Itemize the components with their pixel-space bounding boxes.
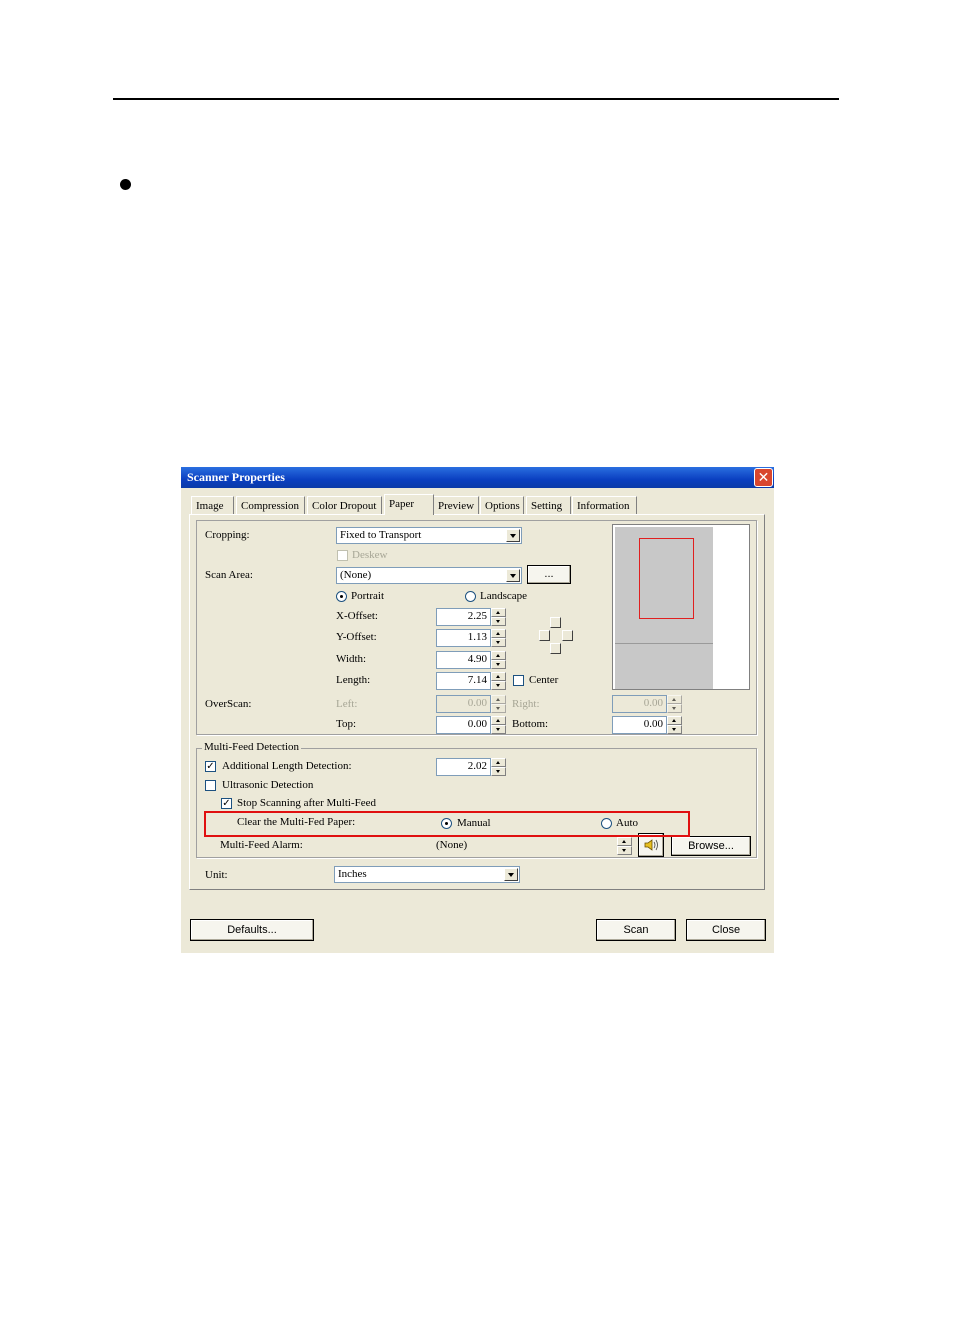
top-spinner[interactable] bbox=[491, 716, 506, 734]
tab-preview[interactable]: Preview bbox=[433, 496, 479, 514]
bottom-label: Bottom: bbox=[512, 718, 549, 730]
portrait-label: Portrait bbox=[351, 590, 384, 602]
y-offset-value: 1.13 bbox=[467, 631, 487, 643]
browse-button[interactable]: Browse... bbox=[671, 836, 751, 856]
length-detection-spinner[interactable] bbox=[491, 758, 506, 776]
left-value: 0.00 bbox=[467, 697, 487, 709]
tab-options[interactable]: Options bbox=[480, 496, 524, 514]
width-spinner[interactable] bbox=[491, 651, 506, 669]
cropping-select[interactable]: Fixed to Transport bbox=[336, 527, 522, 544]
left-spinner[interactable] bbox=[491, 695, 506, 713]
center-checkbox[interactable] bbox=[513, 675, 524, 686]
alarm-value: (None) bbox=[436, 839, 468, 851]
tab-information[interactable]: Information bbox=[572, 496, 637, 514]
length-detection-label: Additional Length Detection: bbox=[222, 760, 352, 772]
right-value: 0.00 bbox=[643, 697, 663, 709]
left-input[interactable]: 0.00 bbox=[436, 695, 491, 713]
bottom-input[interactable]: 0.00 bbox=[612, 716, 667, 734]
dialog-title: Scanner Properties bbox=[187, 470, 285, 484]
tab-paper[interactable]: Paper bbox=[384, 494, 434, 515]
preview-divider bbox=[615, 643, 713, 644]
width-value: 4.90 bbox=[467, 653, 487, 665]
unit-select[interactable]: Inches bbox=[334, 866, 520, 883]
center-label: Center bbox=[529, 674, 559, 686]
top-value: 0.00 bbox=[467, 718, 487, 730]
tab-setting[interactable]: Setting bbox=[526, 496, 571, 514]
multi-feed-group-title: Multi-Feed Detection bbox=[202, 741, 302, 753]
alarm-spinner[interactable] bbox=[617, 837, 632, 855]
move-down-icon[interactable] bbox=[550, 643, 561, 654]
stop-scanning-checkbox[interactable]: ✓ bbox=[221, 798, 232, 809]
cropping-value: Fixed to Transport bbox=[340, 529, 422, 541]
bottom-spinner[interactable] bbox=[667, 716, 682, 734]
bottom-value: 0.00 bbox=[643, 718, 663, 730]
tab-color-dropout[interactable]: Color Dropout bbox=[307, 496, 382, 514]
unit-value: Inches bbox=[338, 868, 367, 880]
right-input[interactable]: 0.00 bbox=[612, 695, 667, 713]
stop-scanning-label: Stop Scanning after Multi-Feed bbox=[237, 797, 377, 809]
y-offset-spinner[interactable] bbox=[491, 629, 506, 647]
top-label: Top: bbox=[336, 718, 357, 730]
chevron-down-icon[interactable] bbox=[504, 868, 518, 881]
width-label: Width: bbox=[336, 653, 367, 665]
right-spinner[interactable] bbox=[667, 695, 682, 713]
length-input[interactable]: 7.14 bbox=[436, 672, 491, 690]
scan-button[interactable]: Scan bbox=[596, 919, 676, 941]
paper-preview bbox=[612, 524, 750, 690]
tab-image[interactable]: Image bbox=[191, 496, 234, 514]
tab-compression[interactable]: Compression bbox=[236, 496, 305, 514]
length-value: 7.14 bbox=[467, 674, 487, 686]
length-detection-checkbox[interactable]: ✓ bbox=[205, 761, 216, 772]
x-offset-spinner[interactable] bbox=[491, 608, 506, 626]
x-offset-label: X-Offset: bbox=[336, 610, 378, 622]
move-up-icon[interactable] bbox=[550, 617, 561, 628]
landscape-label: Landscape bbox=[480, 590, 528, 602]
chevron-down-icon[interactable] bbox=[506, 529, 520, 542]
bullet-point bbox=[120, 179, 131, 190]
length-detection-input[interactable]: 2.02 bbox=[436, 758, 491, 776]
overscan-label: OverScan: bbox=[205, 698, 252, 710]
cropping-label: Cropping: bbox=[205, 529, 250, 541]
left-label: Left: bbox=[336, 698, 358, 710]
deskew-label: Deskew bbox=[352, 549, 388, 561]
length-spinner[interactable] bbox=[491, 672, 506, 690]
y-offset-label: Y-Offset: bbox=[336, 631, 377, 643]
move-right-icon[interactable] bbox=[562, 630, 573, 641]
close-icon[interactable]: ✕ bbox=[754, 468, 773, 487]
close-button[interactable]: Close bbox=[686, 919, 766, 941]
alarm-label: Multi-Feed Alarm: bbox=[220, 839, 303, 851]
scan-area-label: Scan Area: bbox=[205, 569, 253, 581]
title-bar[interactable]: Scanner Properties ✕ bbox=[181, 467, 774, 488]
top-input[interactable]: 0.00 bbox=[436, 716, 491, 734]
crop-area-rectangle[interactable] bbox=[639, 538, 694, 619]
ultrasonic-label: Ultrasonic Detection bbox=[222, 779, 314, 791]
x-offset-value: 2.25 bbox=[467, 610, 487, 622]
move-left-icon[interactable] bbox=[539, 630, 550, 641]
header-rule bbox=[113, 98, 839, 100]
chevron-down-icon[interactable] bbox=[506, 569, 520, 582]
width-input[interactable]: 4.90 bbox=[436, 651, 491, 669]
deskew-checkbox[interactable] bbox=[337, 550, 348, 561]
offset-arrow-pad bbox=[535, 617, 577, 659]
scan-area-value: (None) bbox=[340, 569, 372, 581]
length-label: Length: bbox=[336, 674, 371, 686]
right-label: Right: bbox=[512, 698, 540, 710]
landscape-radio[interactable] bbox=[465, 591, 476, 602]
x-offset-input[interactable]: 2.25 bbox=[436, 608, 491, 626]
scanner-properties-dialog: Scanner Properties ✕ Image Compression C… bbox=[181, 467, 774, 953]
y-offset-input[interactable]: 1.13 bbox=[436, 629, 491, 647]
unit-label: Unit: bbox=[205, 869, 228, 881]
scan-area-select[interactable]: (None) bbox=[336, 567, 522, 584]
length-detection-value: 2.02 bbox=[467, 760, 487, 772]
highlight-box bbox=[204, 811, 690, 837]
portrait-radio[interactable] bbox=[336, 591, 347, 602]
defaults-button[interactable]: Defaults... bbox=[190, 919, 314, 941]
ultrasonic-checkbox[interactable] bbox=[205, 780, 216, 791]
scan-area-more-button[interactable]: ... bbox=[527, 565, 571, 584]
